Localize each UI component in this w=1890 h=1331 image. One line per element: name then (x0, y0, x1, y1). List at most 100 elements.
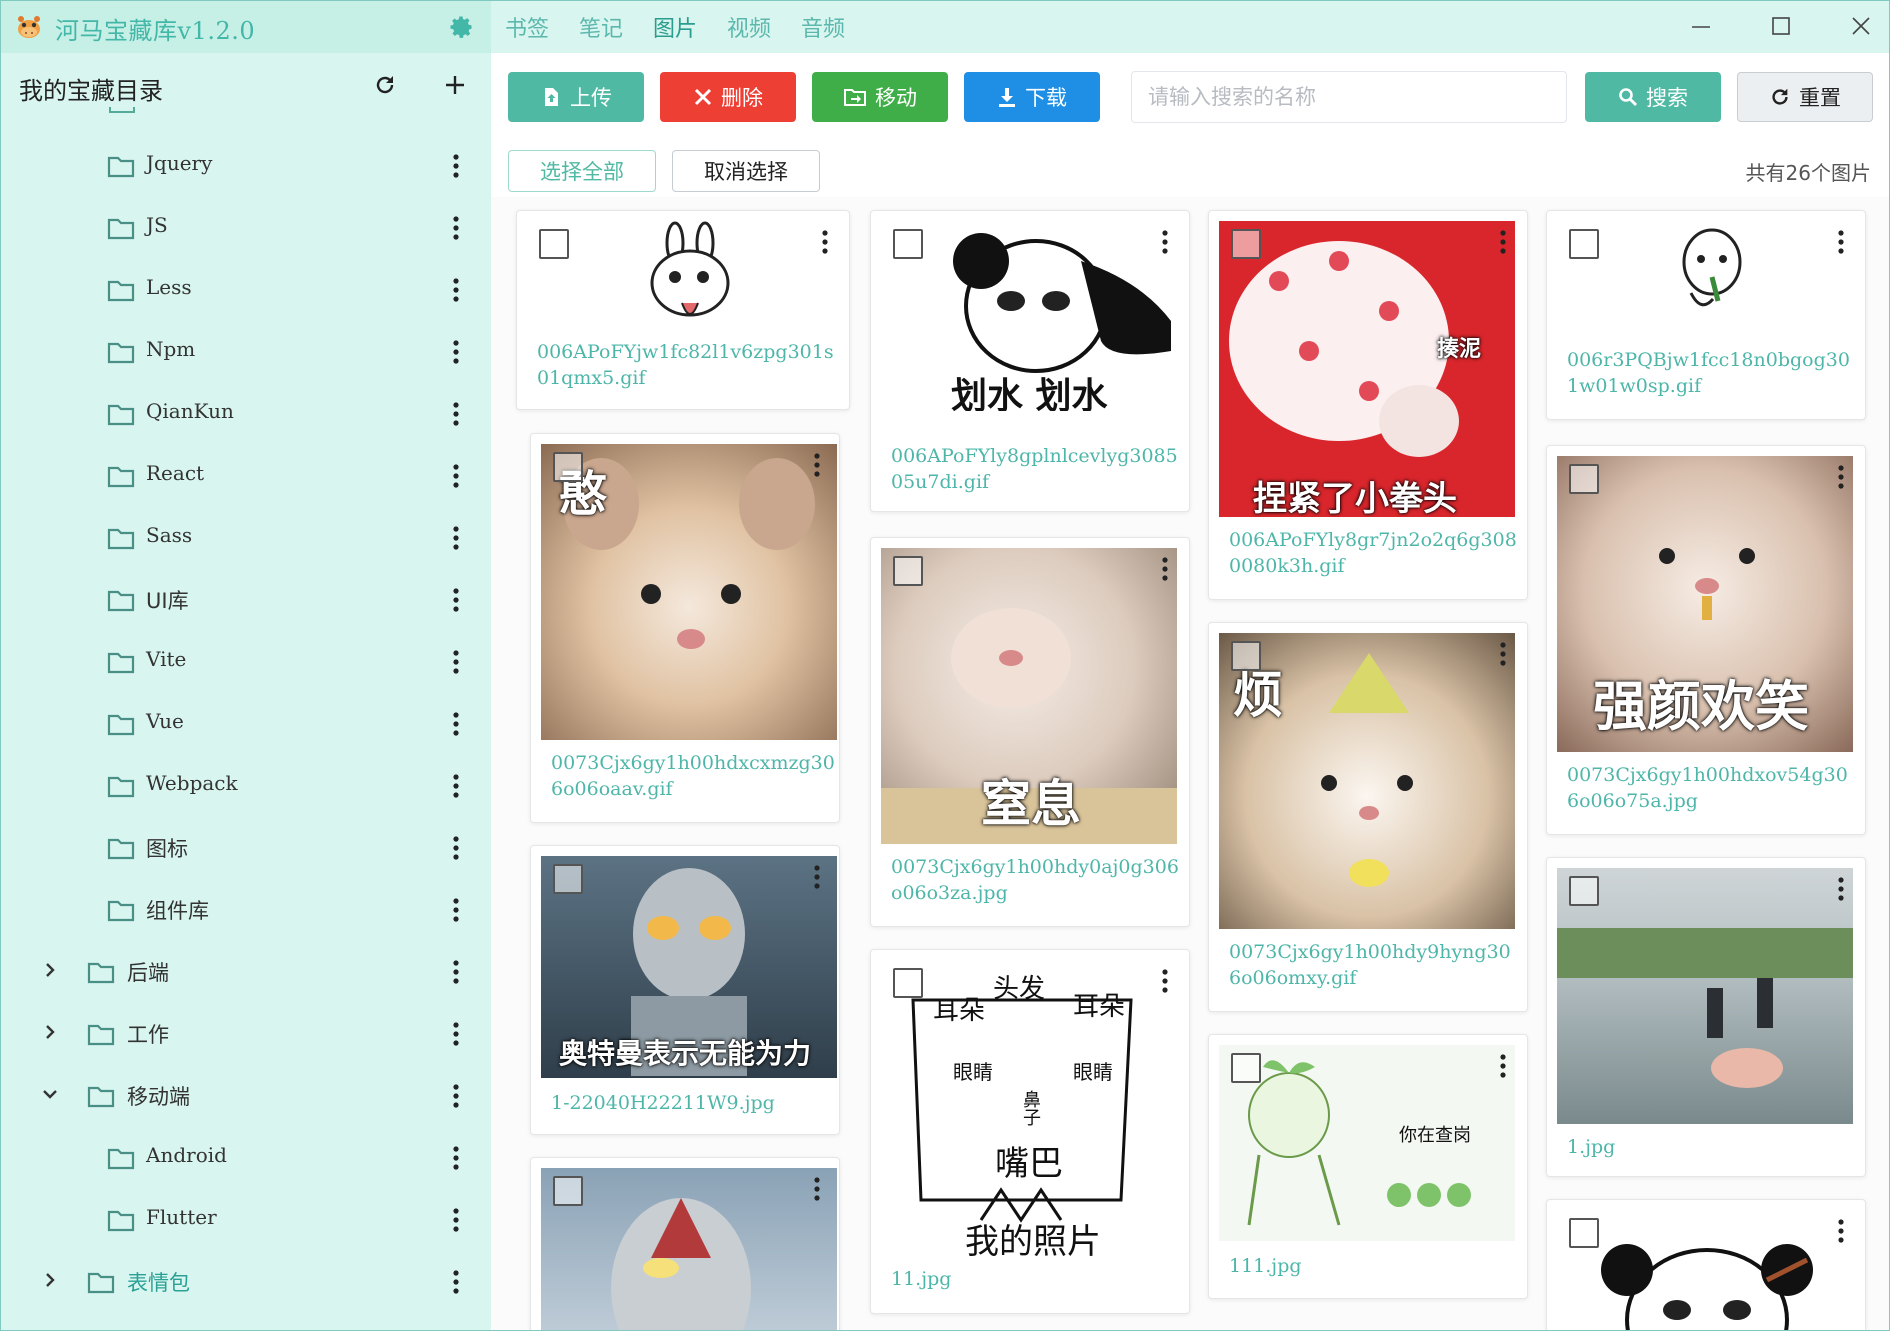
image-card[interactable]: 憨 0073Cjx6gy1h00hdxcxmzg306o06oaav.gif (530, 433, 840, 823)
more-vertical-icon[interactable] (446, 151, 466, 181)
chevron-right-icon[interactable] (41, 1023, 59, 1041)
folder-item[interactable]: 图标 (1, 819, 491, 879)
checkbox[interactable] (893, 556, 923, 586)
deselect-button[interactable]: 取消选择 (672, 150, 820, 192)
checkbox[interactable] (893, 968, 923, 998)
chevron-down-icon[interactable] (41, 1085, 59, 1103)
refresh-button[interactable] (369, 69, 401, 101)
image-card[interactable]: 你在查岗 111.jpg (1208, 1034, 1528, 1299)
more-vertical-icon[interactable] (1155, 227, 1175, 257)
more-vertical-icon[interactable] (446, 523, 466, 553)
more-vertical-icon[interactable] (446, 1267, 466, 1297)
chevron-right-icon[interactable] (41, 1271, 59, 1289)
chevron-right-icon[interactable] (41, 961, 59, 979)
more-vertical-icon[interactable] (1155, 554, 1175, 584)
folder-item[interactable]: 工作 (1, 1005, 491, 1065)
folder-item[interactable]: Vite (1, 633, 491, 693)
more-vertical-icon[interactable] (446, 213, 466, 243)
more-vertical-icon[interactable] (446, 709, 466, 739)
folder-item[interactable]: UI库 (1, 571, 491, 631)
more-vertical-icon[interactable] (446, 399, 466, 429)
folder-item[interactable]: JS (1, 199, 491, 259)
image-card[interactable]: 窒息 0073Cjx6gy1h00hdy0aj0g306o06o3za.jpg (870, 537, 1190, 927)
folder-item[interactable]: Flutter (1, 1191, 491, 1251)
tab-videos[interactable]: 视频 (727, 11, 771, 43)
image-card[interactable]: 奥特曼表示无能为力 1-22040H22211W9.jpg (530, 845, 840, 1135)
image-card[interactable]: 强颜欢笑 0073Cjx6gy1h00hdxov54g306o06o75a.jp… (1546, 445, 1866, 835)
image-card[interactable]: 烦 0073Cjx6gy1h00hdy9hyng306o06omxy.gif (1208, 622, 1528, 1012)
more-vertical-icon[interactable] (807, 450, 827, 480)
more-vertical-icon[interactable] (446, 957, 466, 987)
search-input[interactable] (1131, 71, 1567, 123)
more-vertical-icon[interactable] (446, 1019, 466, 1049)
more-vertical-icon[interactable] (446, 461, 466, 491)
more-vertical-icon[interactable] (446, 833, 466, 863)
reset-button[interactable]: 重置 (1737, 72, 1873, 122)
delete-button[interactable]: 删除 (660, 72, 796, 122)
folder-item[interactable]: 组件库 (1, 881, 491, 941)
more-vertical-icon[interactable] (1155, 966, 1175, 996)
checkbox[interactable] (1231, 1053, 1261, 1083)
image-card[interactable]: 划水 划水 006APoFYly8gplnlcevlyg308505u7di.g… (870, 210, 1190, 512)
image-card[interactable]: 006APoFYjw1fc82l1v6zpg301s01qmx5.gif (516, 210, 850, 410)
folder-item[interactable]: QianKun (1, 385, 491, 445)
folder-item[interactable]: 后端 (1, 943, 491, 1003)
checkbox[interactable] (1569, 876, 1599, 906)
more-vertical-icon[interactable] (446, 337, 466, 367)
maximize-button[interactable] (1761, 11, 1801, 41)
close-window-button[interactable] (1841, 11, 1881, 41)
checkbox[interactable] (1569, 1218, 1599, 1248)
image-card[interactable] (530, 1157, 840, 1330)
checkbox[interactable] (553, 1176, 583, 1206)
folder-item[interactable]: Vue (1, 695, 491, 755)
more-vertical-icon[interactable] (446, 275, 466, 305)
search-button[interactable]: 搜索 (1585, 72, 1721, 122)
minimize-button[interactable] (1681, 11, 1721, 41)
more-vertical-icon[interactable] (1493, 639, 1513, 669)
tab-notes[interactable]: 笔记 (579, 11, 623, 43)
more-vertical-icon[interactable] (446, 895, 466, 925)
folder-item[interactable]: Jquery (1, 137, 491, 197)
image-card[interactable]: 1.jpg (1546, 857, 1866, 1177)
checkbox[interactable] (1569, 464, 1599, 494)
add-folder-button[interactable] (439, 69, 471, 101)
image-card[interactable]: 揍泥 捏紧了小拳头 006APoFYly8gr7jn2o2q6g3080080k… (1208, 210, 1528, 600)
more-vertical-icon[interactable] (1831, 874, 1851, 904)
more-vertical-icon[interactable] (446, 1143, 466, 1173)
more-vertical-icon[interactable] (1831, 227, 1851, 257)
folder-item[interactable]: Less (1, 261, 491, 321)
checkbox[interactable] (553, 452, 583, 482)
tab-audio[interactable]: 音频 (801, 11, 845, 43)
gear-icon[interactable] (447, 13, 475, 41)
more-vertical-icon[interactable] (446, 647, 466, 677)
tab-images[interactable]: 图片 (653, 11, 697, 43)
checkbox[interactable] (539, 229, 569, 259)
checkbox[interactable] (1231, 641, 1261, 671)
folder-item[interactable]: Npm (1, 323, 491, 383)
image-card[interactable]: 006r3PQBjw1fcc18n0bgog301w01w0sp.gif (1546, 210, 1866, 420)
more-vertical-icon[interactable] (446, 771, 466, 801)
folder-item[interactable]: Webpack (1, 757, 491, 817)
folder-item[interactable]: Android (1, 1129, 491, 1189)
checkbox[interactable] (1569, 229, 1599, 259)
more-vertical-icon[interactable] (1493, 227, 1513, 257)
image-card[interactable]: 头发 耳朵 耳朵 眼睛 眼睛 鼻子 嘴巴 我的照片 11.jpg (870, 949, 1190, 1314)
more-vertical-icon[interactable] (807, 862, 827, 892)
folder-item[interactable]: React (1, 447, 491, 507)
more-vertical-icon[interactable] (1831, 462, 1851, 492)
folder-item[interactable]: 表情包 (1, 1253, 491, 1313)
checkbox[interactable] (553, 864, 583, 894)
select-all-button[interactable]: 选择全部 (508, 150, 656, 192)
folder-item[interactable]: Sass (1, 509, 491, 569)
more-vertical-icon[interactable] (1831, 1216, 1851, 1246)
more-vertical-icon[interactable] (446, 1205, 466, 1235)
download-button[interactable]: 下载 (964, 72, 1100, 122)
more-vertical-icon[interactable] (807, 1174, 827, 1204)
more-vertical-icon[interactable] (446, 1081, 466, 1111)
folder-item[interactable]: 移动端 (1, 1067, 491, 1127)
more-vertical-icon[interactable] (446, 585, 466, 615)
more-vertical-icon[interactable] (1493, 1051, 1513, 1081)
tab-bookmarks[interactable]: 书签 (505, 11, 549, 43)
upload-button[interactable]: 上传 (508, 72, 644, 122)
move-button[interactable]: 移动 (812, 72, 948, 122)
